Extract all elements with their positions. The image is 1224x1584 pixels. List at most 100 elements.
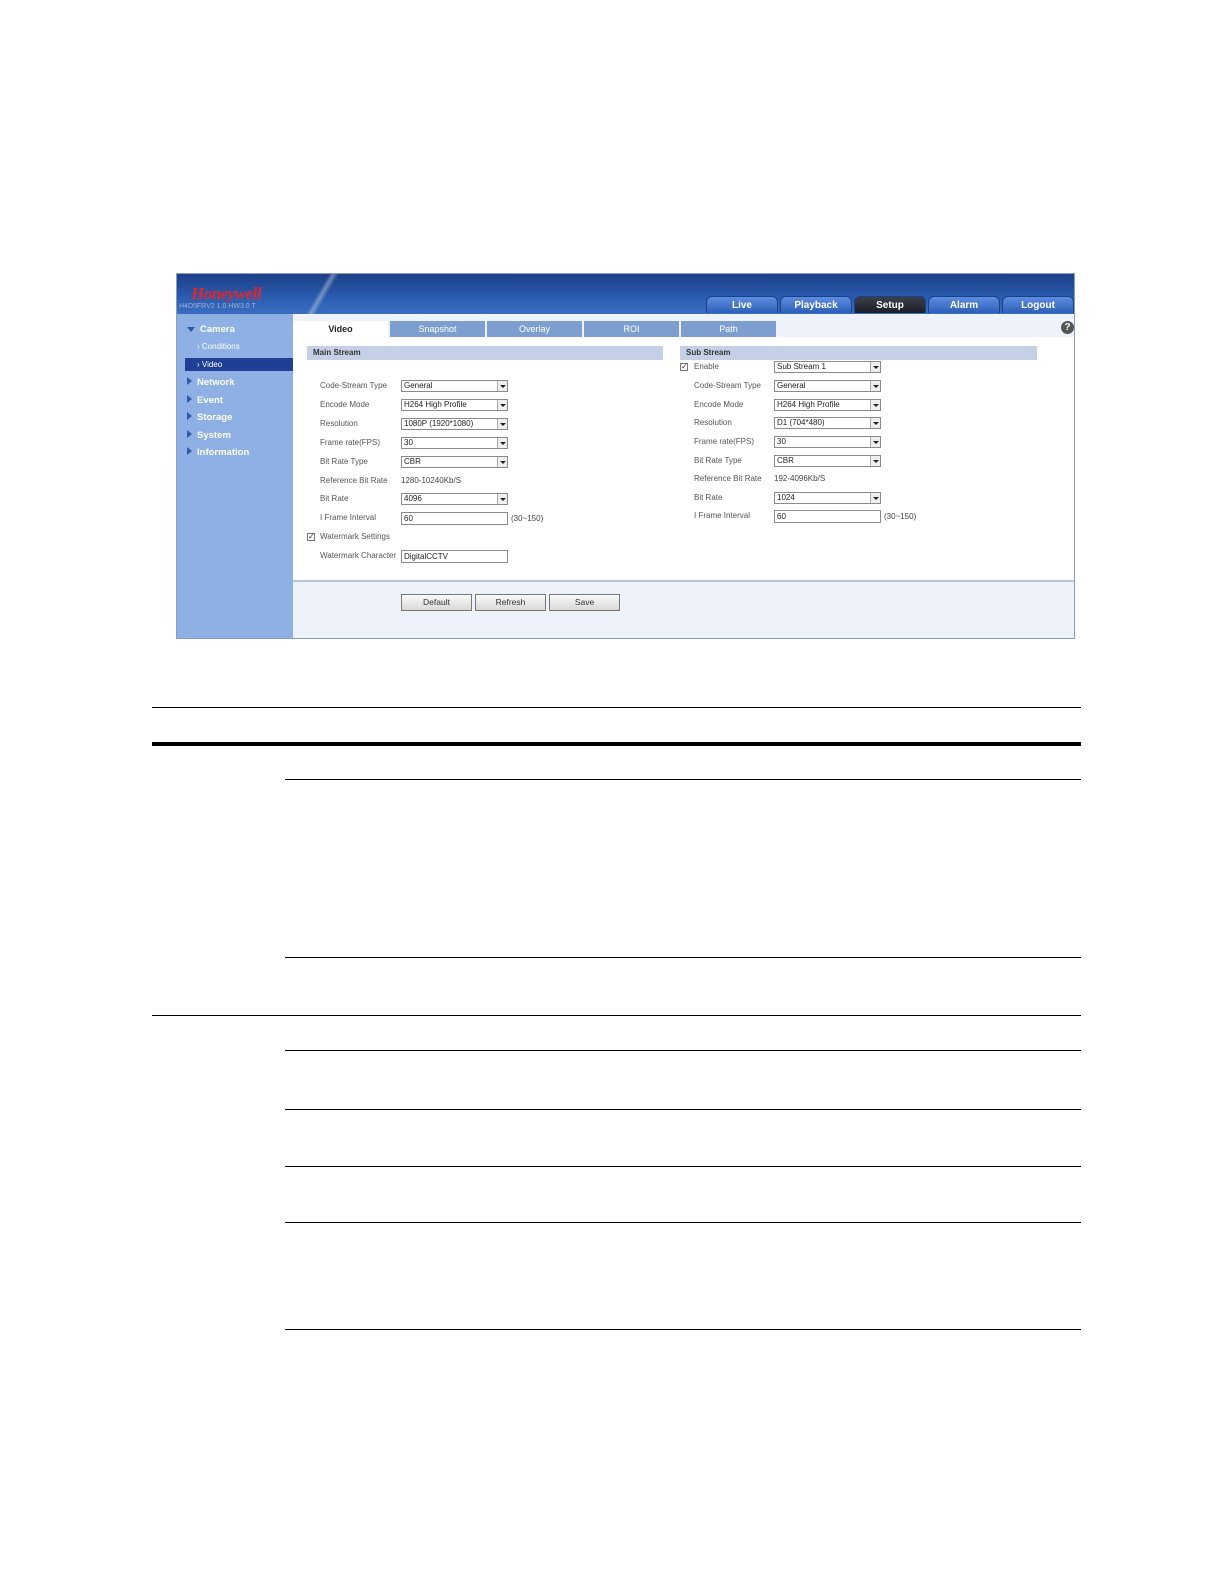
header-bar: Honeywell H4D5FRV2 1.0 HW3.0 T Live Play… bbox=[177, 274, 1074, 314]
dropdown-arrow-icon bbox=[497, 438, 507, 448]
dropdown-arrow-icon bbox=[870, 381, 880, 391]
camera-web-ui-screenshot: Honeywell H4D5FRV2 1.0 HW3.0 T Live Play… bbox=[176, 273, 1075, 639]
tab-roi[interactable]: ROI bbox=[584, 321, 679, 337]
tab-bar: Video Snapshot Overlay ROI Path bbox=[293, 321, 776, 337]
main-i-frame-interval-input[interactable]: 60 bbox=[401, 512, 508, 525]
dropdown-arrow-icon bbox=[497, 381, 507, 391]
main-code-stream-type-select[interactable]: General bbox=[401, 380, 508, 392]
main-code-stream-type-label: Code-Stream Type bbox=[320, 381, 387, 390]
nav-playback[interactable]: Playback bbox=[780, 296, 852, 313]
table-rule-top bbox=[152, 707, 1081, 708]
collapsed-triangle-icon bbox=[187, 447, 192, 455]
help-icon[interactable]: ? bbox=[1061, 321, 1074, 334]
sub-frame-rate-label: Frame rate(FPS) bbox=[694, 437, 755, 446]
dropdown-arrow-icon bbox=[870, 456, 880, 466]
table-row-rule bbox=[285, 1050, 1081, 1051]
sidebar-item-conditions[interactable]: › Conditions bbox=[197, 342, 240, 351]
device-model: H4D5FRV2 1.0 HW3.0 T bbox=[179, 303, 256, 310]
main-frame-rate-select[interactable]: 30 bbox=[401, 437, 508, 449]
settings-panel: Main Stream Code-Stream Type General Enc… bbox=[293, 337, 1074, 580]
collapsed-triangle-icon bbox=[187, 377, 192, 385]
refresh-button[interactable]: Refresh bbox=[475, 594, 546, 611]
table-row-rule bbox=[285, 1222, 1081, 1223]
sub-i-frame-interval-label: I Frame Interval bbox=[694, 511, 751, 520]
sub-bit-rate-type-label: Bit Rate Type bbox=[694, 456, 742, 465]
main-bit-rate-type-select[interactable]: CBR bbox=[401, 456, 508, 468]
collapsed-triangle-icon bbox=[187, 395, 192, 403]
table-row-rule bbox=[285, 779, 1081, 780]
sidebar-item-camera[interactable]: Camera bbox=[187, 324, 235, 335]
main-bit-rate-type-label: Bit Rate Type bbox=[320, 457, 368, 466]
sidebar-item-network[interactable]: Network bbox=[187, 377, 234, 388]
sidebar: Camera › Conditions › Video Network Even… bbox=[177, 314, 293, 638]
main-resolution-select[interactable]: 1080P (1920*1080) bbox=[401, 418, 508, 430]
sub-bit-rate-label: Bit Rate bbox=[694, 493, 723, 502]
watermark-character-input[interactable]: DigitalCCTV bbox=[401, 550, 508, 563]
main-encode-mode-select[interactable]: H264 High Profile bbox=[401, 399, 508, 411]
main-reference-bit-rate-label: Reference Bit Rate bbox=[320, 476, 388, 485]
dropdown-arrow-icon bbox=[497, 400, 507, 410]
dropdown-arrow-icon bbox=[870, 418, 880, 428]
main-stream-header: Main Stream bbox=[307, 346, 663, 360]
default-button[interactable]: Default bbox=[401, 594, 472, 611]
table-section-rule bbox=[152, 1015, 1081, 1016]
main-content: Video Snapshot Overlay ROI Path ? Main S… bbox=[293, 314, 1074, 638]
main-i-frame-interval-range: (30~150) bbox=[511, 514, 544, 523]
main-frame-rate-label: Frame rate(FPS) bbox=[320, 438, 381, 447]
nav-alarm[interactable]: Alarm bbox=[928, 296, 1000, 313]
main-i-frame-interval-label: I Frame Interval bbox=[320, 513, 377, 522]
main-reference-bit-rate-value: 1280-10240Kb/S bbox=[401, 476, 462, 485]
table-row-rule bbox=[285, 1166, 1081, 1167]
sub-bit-rate-type-select[interactable]: CBR bbox=[774, 455, 881, 467]
sub-frame-rate-select[interactable]: 30 bbox=[774, 436, 881, 448]
sub-i-frame-interval-range: (30~150) bbox=[884, 512, 917, 521]
dropdown-arrow-icon bbox=[870, 437, 880, 447]
sidebar-item-storage[interactable]: Storage bbox=[187, 412, 232, 423]
panel-separator bbox=[293, 580, 1074, 582]
tab-path[interactable]: Path bbox=[681, 321, 776, 337]
dropdown-arrow-icon bbox=[497, 419, 507, 429]
sub-resolution-select[interactable]: D1 (704*480) bbox=[774, 417, 881, 429]
sub-i-frame-interval-input[interactable]: 60 bbox=[774, 510, 881, 523]
sub-encode-mode-label: Encode Mode bbox=[694, 400, 744, 409]
top-nav: Live Playback Setup Alarm Logout bbox=[706, 296, 1074, 313]
nav-live[interactable]: Live bbox=[706, 296, 778, 313]
sub-encode-mode-select[interactable]: H264 High Profile bbox=[774, 399, 881, 411]
sub-reference-bit-rate-label: Reference Bit Rate bbox=[694, 474, 762, 483]
sub-reference-bit-rate-value: 192-4096Kb/S bbox=[774, 474, 826, 483]
main-bit-rate-label: Bit Rate bbox=[320, 494, 349, 503]
sidebar-item-event[interactable]: Event bbox=[187, 395, 223, 406]
tab-snapshot[interactable]: Snapshot bbox=[390, 321, 485, 337]
sidebar-item-system[interactable]: System bbox=[187, 430, 231, 441]
sidebar-item-video[interactable]: › Video bbox=[197, 360, 222, 369]
sub-stream-select[interactable]: Sub Stream 1 bbox=[774, 361, 881, 373]
table-row-rule bbox=[285, 1329, 1081, 1330]
watermark-settings-checkbox[interactable]: ✓ bbox=[307, 533, 315, 541]
nav-logout[interactable]: Logout bbox=[1002, 296, 1074, 313]
tab-overlay[interactable]: Overlay bbox=[487, 321, 582, 337]
sub-enable-checkbox[interactable]: ✓ bbox=[680, 363, 688, 371]
dropdown-arrow-icon bbox=[497, 457, 507, 467]
sub-stream-header: Sub Stream bbox=[680, 346, 1037, 360]
watermark-settings-label: Watermark Settings bbox=[320, 532, 390, 541]
table-row-rule bbox=[285, 1109, 1081, 1110]
main-bit-rate-select[interactable]: 4096 bbox=[401, 493, 508, 505]
main-encode-mode-label: Encode Mode bbox=[320, 400, 370, 409]
nav-setup[interactable]: Setup bbox=[854, 296, 926, 313]
collapsed-triangle-icon bbox=[187, 412, 192, 420]
sub-bit-rate-select[interactable]: 1024 bbox=[774, 492, 881, 504]
sub-enable-label: Enable bbox=[694, 362, 719, 371]
save-button[interactable]: Save bbox=[549, 594, 620, 611]
expanded-triangle-icon bbox=[187, 327, 195, 332]
table-row-rule bbox=[285, 957, 1081, 958]
sub-code-stream-type-select[interactable]: General bbox=[774, 380, 881, 392]
table-header-rule bbox=[152, 742, 1081, 746]
watermark-character-label: Watermark Character bbox=[320, 551, 397, 560]
sidebar-item-information[interactable]: Information bbox=[187, 447, 249, 458]
sub-resolution-label: Resolution bbox=[694, 418, 732, 427]
tab-video[interactable]: Video bbox=[293, 321, 388, 337]
honeywell-logo: Honeywell bbox=[191, 284, 262, 303]
dropdown-arrow-icon bbox=[870, 362, 880, 372]
dropdown-arrow-icon bbox=[870, 400, 880, 410]
dropdown-arrow-icon bbox=[870, 493, 880, 503]
